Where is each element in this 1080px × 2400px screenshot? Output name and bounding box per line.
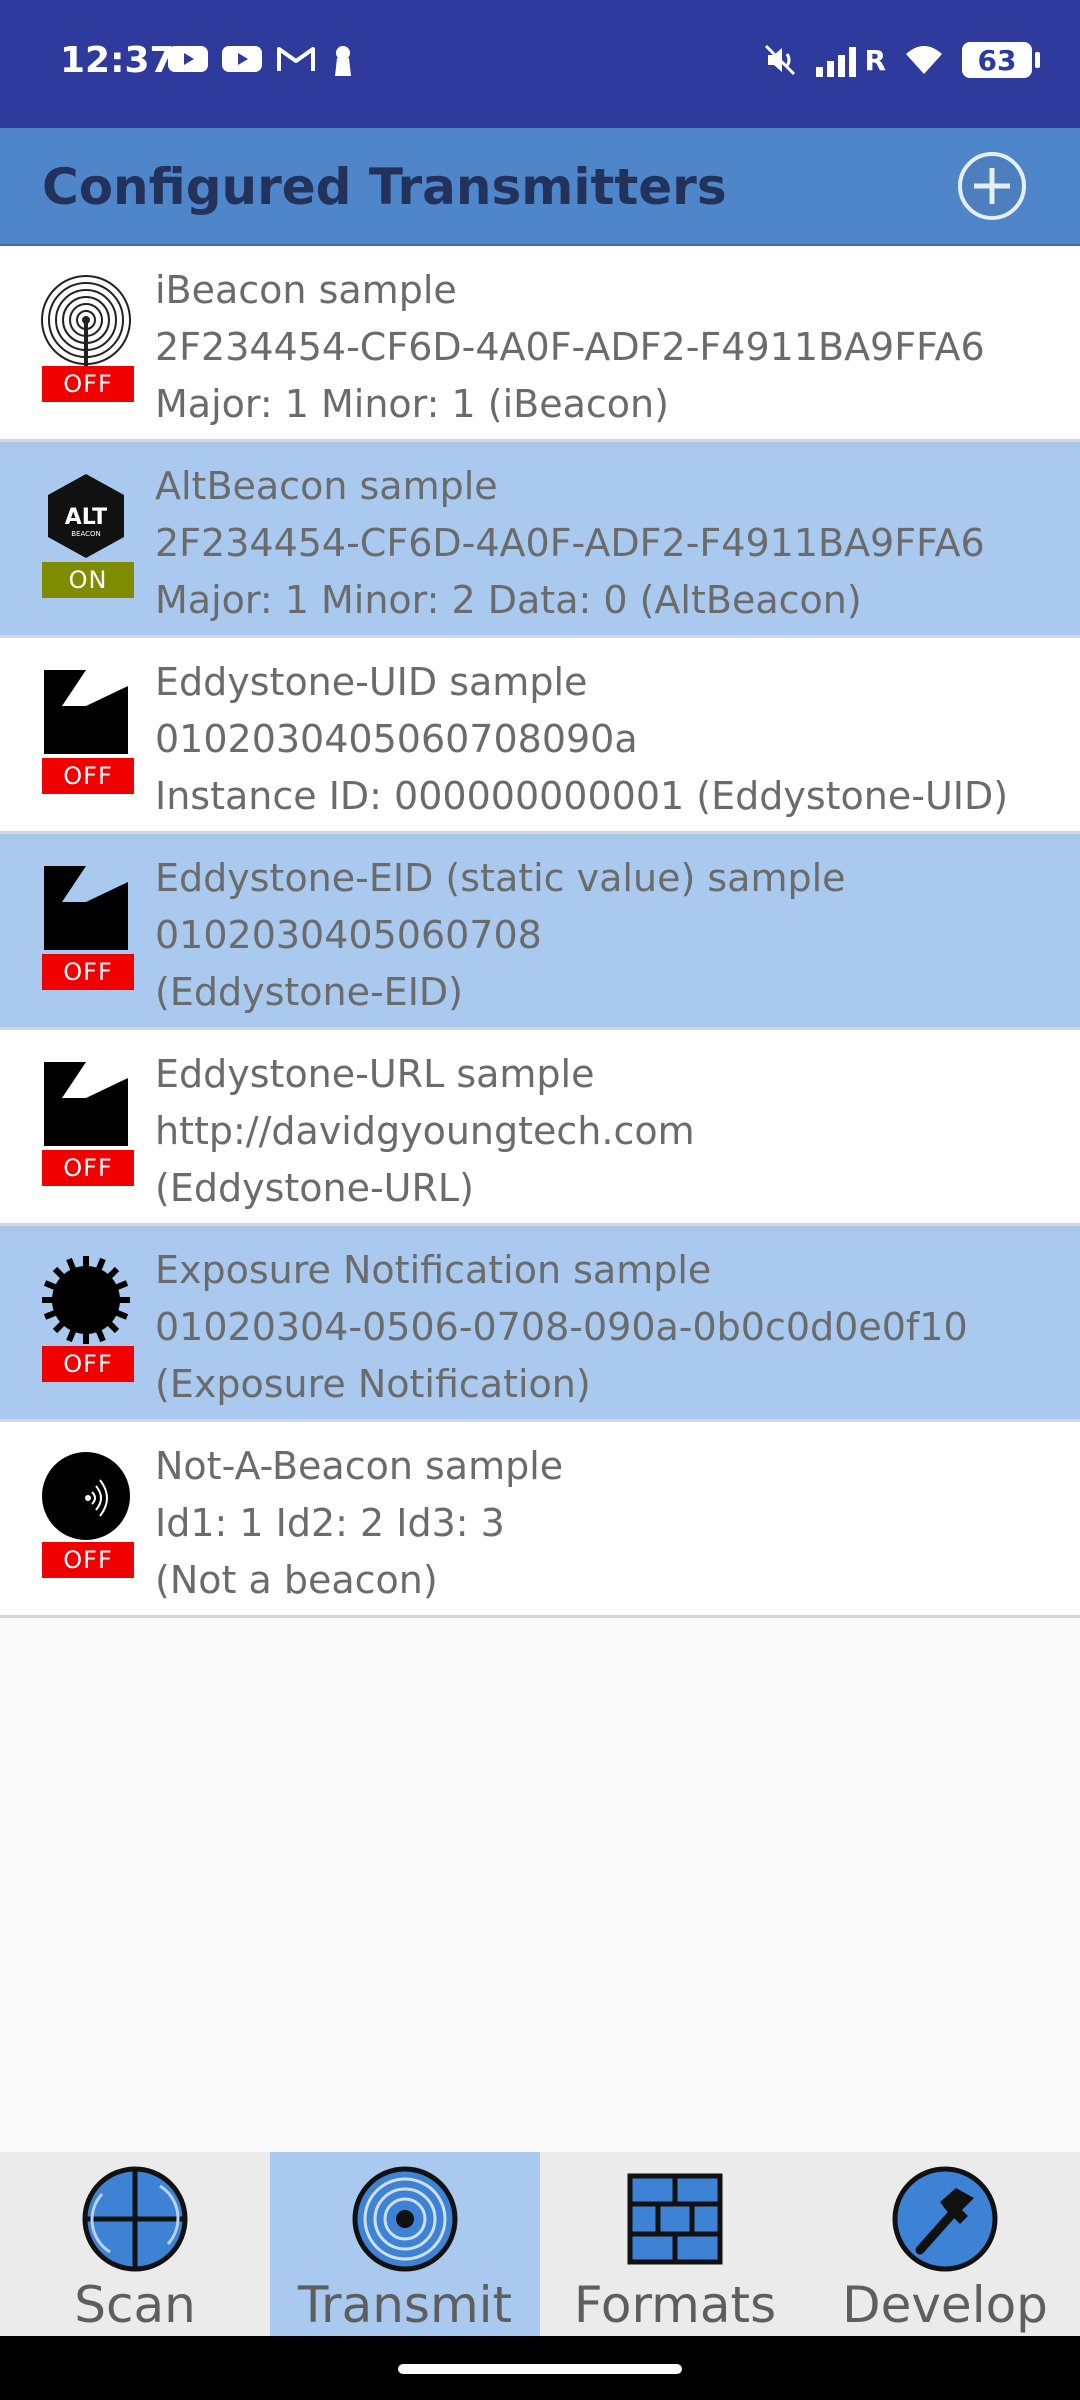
hammer-icon <box>892 2166 998 2272</box>
altbeacon-icon: ALT BEACON <box>40 470 132 562</box>
nav-label: Develop <box>842 2276 1048 2334</box>
status-badge[interactable]: ON <box>42 562 134 598</box>
transmitter-id: 01020304-0506-0708-090a-0b0c0d0e0f10 <box>155 1305 968 1349</box>
nav-formats[interactable]: Formats <box>540 2152 810 2336</box>
system-icons: R 63 <box>762 42 1040 78</box>
battery-icon: 63 <box>962 42 1040 78</box>
wifi-icon <box>906 46 942 74</box>
altbeacon-icon-text: ALT <box>65 505 107 530</box>
plus-circle-icon <box>974 168 1010 204</box>
transmitter-row[interactable]: OFF Eddystone-UID sample 010203040506070… <box>0 638 1080 834</box>
nav-label: Formats <box>573 2276 777 2334</box>
transmitter-details: Eddystone-URL sample http://davidgyoungt… <box>155 1046 1070 1217</box>
transmitter-id: http://davidgyoungtech.com <box>155 1109 695 1153</box>
status-time: 12:37 <box>60 40 175 81</box>
transmitter-name: Not-A-Beacon sample <box>155 1444 564 1488</box>
transmitter-row[interactable]: OFF iBeacon sample 2F234454-CF6D-4A0F-AD… <box>0 246 1080 442</box>
transmitter-name: Eddystone-UID sample <box>155 660 588 704</box>
transmitter-row[interactable]: OFF Eddystone-URL sample http://davidgyo… <box>0 1030 1080 1226</box>
signal-icon: R <box>816 44 886 77</box>
transmitter-row[interactable]: ALT BEACON ON AltBeacon sample 2F234454-… <box>0 442 1080 638</box>
keyhole-icon <box>335 46 351 76</box>
not-a-beacon-icon <box>40 1450 132 1542</box>
eddystone-icon <box>40 1058 132 1150</box>
transmitter-detail: (Exposure Notification) <box>155 1362 591 1406</box>
page-title: Configured Transmitters <box>42 158 727 216</box>
transmitter-id: 0102030405060708090a <box>155 717 638 761</box>
transmitter-name: iBeacon sample <box>155 268 457 312</box>
altbeacon-icon-subtext: BEACON <box>71 530 101 538</box>
transmitter-row[interactable]: OFF Not-A-Beacon sample Id1: 1 Id2: 2 Id… <box>0 1422 1080 1618</box>
eddystone-icon <box>40 862 132 954</box>
scan-crosshair-icon <box>82 2166 188 2272</box>
transmitter-details: Not-A-Beacon sample Id1: 1 Id2: 2 Id3: 3… <box>155 1438 1070 1609</box>
gmail-icon <box>277 47 315 71</box>
transmitter-name: Exposure Notification sample <box>155 1248 712 1292</box>
add-transmitter-button[interactable] <box>958 152 1026 220</box>
notification-icons <box>168 44 356 76</box>
transmitter-id: 2F234454-CF6D-4A0F-ADF2-F4911BA9FFA6 <box>155 325 985 369</box>
transmitter-detail: (Not a beacon) <box>155 1558 438 1602</box>
nav-transmit[interactable]: Transmit <box>270 2152 540 2336</box>
transmitter-details: Eddystone-UID sample 0102030405060708090… <box>155 654 1070 825</box>
transmitter-detail: Major: 1 Minor: 1 (iBeacon) <box>155 382 669 426</box>
transmit-rings-icon <box>352 2166 458 2272</box>
status-badge[interactable]: OFF <box>42 758 134 794</box>
transmitter-detail: Major: 1 Minor: 2 Data: 0 (AltBeacon) <box>155 578 862 622</box>
nav-label: Scan <box>74 2276 196 2334</box>
transmitter-id: Id1: 1 Id2: 2 Id3: 3 <box>155 1501 505 1545</box>
transmitter-name: Eddystone-URL sample <box>155 1052 595 1096</box>
transmitter-name: AltBeacon sample <box>155 464 498 508</box>
app-bar: Configured Transmitters <box>0 128 1080 246</box>
transmitter-id: 2F234454-CF6D-4A0F-ADF2-F4911BA9FFA6 <box>155 521 985 565</box>
status-badge[interactable]: OFF <box>42 366 134 402</box>
transmitter-row[interactable]: OFF Eddystone-EID (static value) sample … <box>0 834 1080 1030</box>
status-badge[interactable]: OFF <box>42 954 134 990</box>
formats-grid-icon <box>627 2173 723 2265</box>
transmitter-name: Eddystone-EID (static value) sample <box>155 856 846 900</box>
transmitter-details: AltBeacon sample 2F234454-CF6D-4A0F-ADF2… <box>155 458 1070 629</box>
nav-label: Transmit <box>297 2276 513 2334</box>
battery-level: 63 <box>977 43 1017 77</box>
transmitter-details: iBeacon sample 2F234454-CF6D-4A0F-ADF2-F… <box>155 262 1070 433</box>
gesture-bar <box>0 2336 1080 2400</box>
status-badge[interactable]: OFF <box>42 1150 134 1186</box>
bottom-nav: Scan Transmit Formats Develop <box>0 2152 1080 2336</box>
transmitter-detail: (Eddystone-EID) <box>155 970 463 1014</box>
network-type-label: R <box>864 43 886 77</box>
virus-icon <box>40 1254 132 1346</box>
nav-develop[interactable]: Develop <box>810 2152 1080 2336</box>
home-indicator[interactable] <box>398 2364 682 2374</box>
status-bar: 12:37 R 63 <box>0 0 1080 128</box>
status-badge[interactable]: OFF <box>42 1542 134 1578</box>
mute-icon <box>765 44 796 76</box>
transmitter-details: Exposure Notification sample 01020304-05… <box>155 1242 1070 1413</box>
ibeacon-icon <box>40 274 132 366</box>
eddystone-icon <box>40 666 132 758</box>
transmitter-list: OFF iBeacon sample 2F234454-CF6D-4A0F-AD… <box>0 246 1080 1618</box>
transmitter-detail: (Eddystone-URL) <box>155 1166 474 1210</box>
transmitter-detail: Instance ID: 000000000001 (Eddystone-UID… <box>155 774 1009 818</box>
transmitter-row[interactable]: OFF Exposure Notification sample 0102030… <box>0 1226 1080 1422</box>
nav-scan[interactable]: Scan <box>0 2152 270 2336</box>
youtube-icon <box>168 46 208 72</box>
youtube-icon <box>222 46 262 72</box>
transmitter-id: 0102030405060708 <box>155 913 542 957</box>
transmitter-details: Eddystone-EID (static value) sample 0102… <box>155 850 1070 1021</box>
status-badge[interactable]: OFF <box>42 1346 134 1382</box>
